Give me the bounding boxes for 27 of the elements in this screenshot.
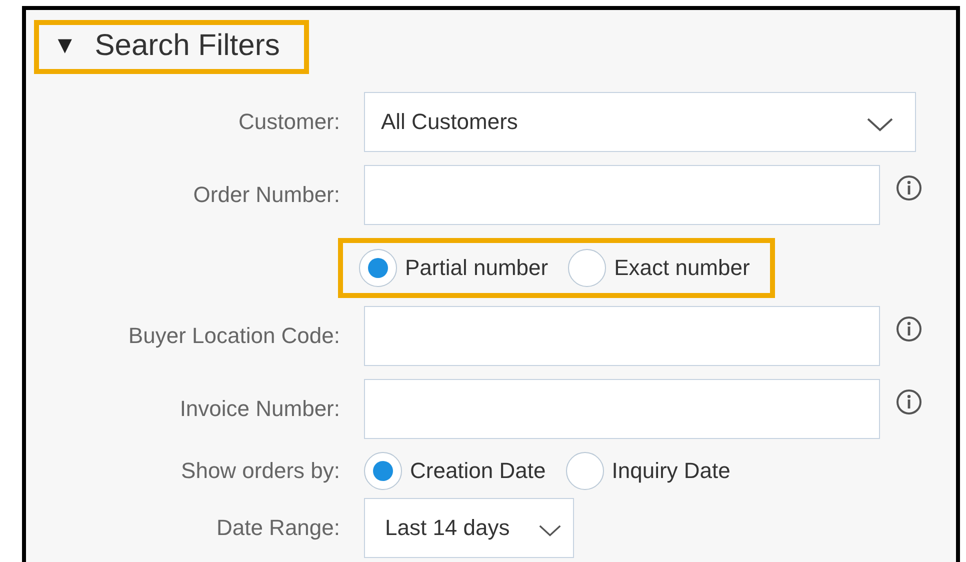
input-field[interactable]: [364, 379, 880, 439]
field-label: Buyer Location Code:: [128, 323, 340, 348]
radio-button[interactable]: [568, 249, 606, 287]
radio-button[interactable]: [359, 249, 397, 287]
input-field[interactable]: [364, 165, 880, 225]
dropdown-field[interactable]: Last 14 days: [364, 498, 574, 558]
radio-label[interactable]: Partial number: [405, 255, 548, 281]
field-label: Invoice Number:: [180, 396, 340, 421]
section-title: Search Filters: [94, 29, 280, 63]
radio-button[interactable]: [364, 452, 402, 490]
dropdown-field[interactable]: All Customers: [364, 92, 916, 152]
field-label: Order Number:: [193, 182, 340, 207]
radio-label[interactable]: Creation Date: [410, 458, 546, 484]
section-header[interactable]: ▼ Search Filters: [34, 20, 309, 74]
info-icon[interactable]: [896, 175, 922, 201]
chevron-down-icon: [539, 524, 561, 538]
input-field[interactable]: [364, 306, 880, 366]
field-label: Date Range:: [216, 515, 340, 540]
info-icon[interactable]: [896, 389, 922, 415]
chevron-down-icon: [867, 118, 893, 132]
radio-label[interactable]: Inquiry Date: [612, 458, 730, 484]
collapse-toggle[interactable]: ▼: [53, 32, 77, 60]
field-label: Show orders by:: [181, 458, 340, 483]
radio-label[interactable]: Exact number: [614, 255, 750, 281]
field-label: Customer:: [238, 109, 340, 134]
radio-button[interactable]: [566, 452, 604, 490]
info-icon[interactable]: [896, 316, 922, 342]
